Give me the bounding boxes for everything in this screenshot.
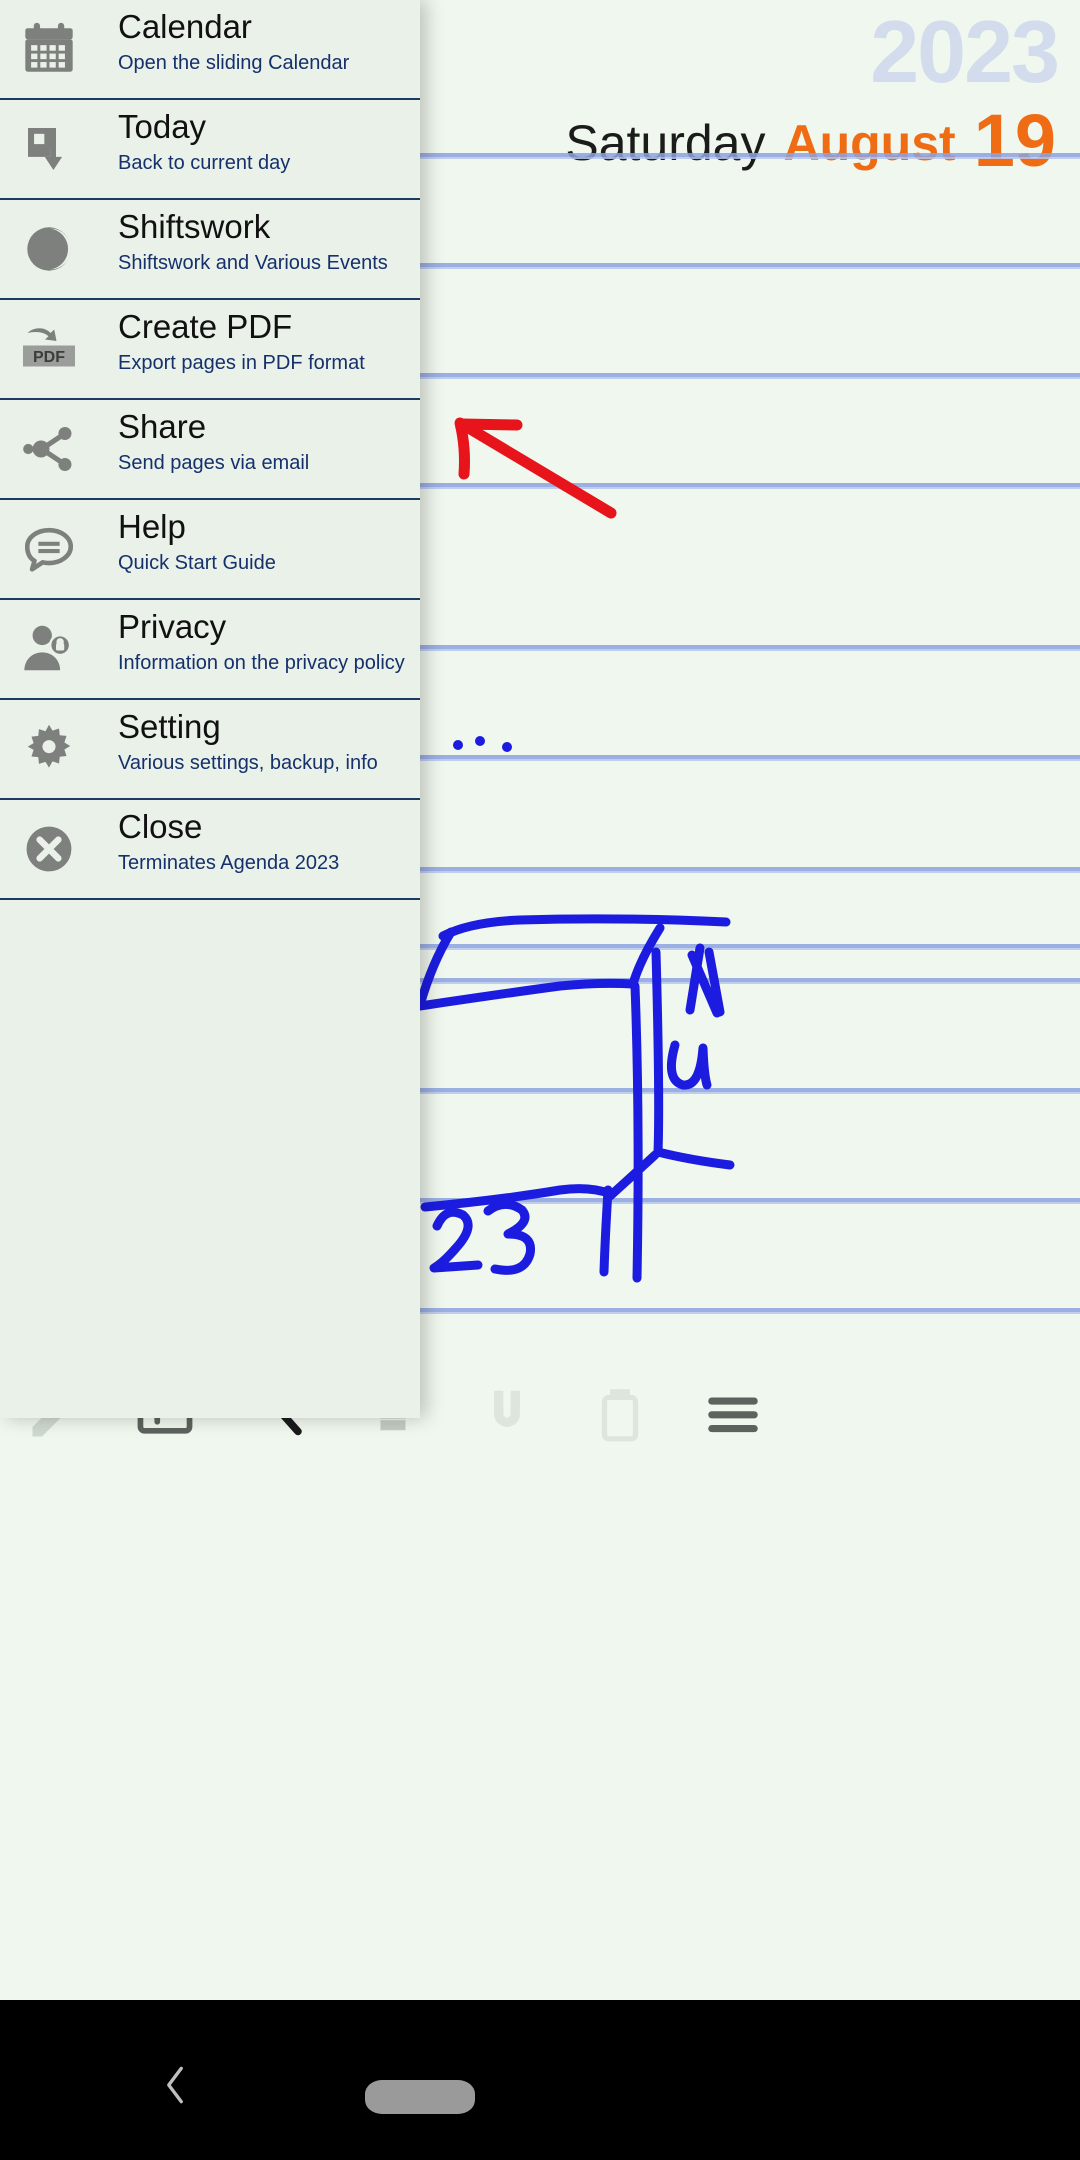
menu-item-title: Today (118, 108, 207, 145)
menu-item-text: Shiftswork Shiftswork and Various Events (118, 208, 414, 275)
hamburger-icon (700, 1381, 766, 1447)
menu-item-subtitle: Quick Start Guide (118, 551, 276, 574)
blue-letter-u (666, 1040, 712, 1090)
day-number: 19 (973, 99, 1056, 182)
toolbar-menu-button[interactable] (678, 1368, 788, 1460)
menu-item-text: Create PDF Export pages in PDF format (118, 308, 414, 375)
trash-icon (589, 1383, 651, 1445)
privacy-icon (16, 616, 82, 682)
close-icon (16, 816, 82, 882)
menu-item-subtitle: Various settings, backup, info (118, 751, 378, 774)
red-arrow-annotation (454, 417, 617, 519)
gear-icon (16, 716, 82, 782)
menu-item-today[interactable]: Today Back to current day (0, 100, 420, 200)
pdf-icon: PDF (16, 316, 82, 382)
menu-item-text: Help Quick Start Guide (118, 508, 414, 575)
menu-item-setting[interactable]: Setting Various settings, backup, info (0, 700, 420, 800)
menu-item-share[interactable]: Share Send pages via email (0, 400, 420, 500)
menu-item-title: Setting (118, 708, 221, 745)
menu-item-text: Today Back to current day (118, 108, 414, 175)
blue-dots (453, 736, 512, 752)
month-label: August (783, 115, 956, 171)
menu-item-text: Share Send pages via email (118, 408, 414, 475)
menu-item-text: Calendar Open the sliding Calendar (118, 8, 414, 75)
menu-item-text: Setting Various settings, backup, info (118, 708, 414, 775)
calendar-icon (16, 16, 82, 82)
menu-item-privacy[interactable]: Privacy Information on the privacy polic… (0, 600, 420, 700)
toolbar-delete-button[interactable] (565, 1368, 675, 1460)
menu-item-title: Help (118, 508, 186, 545)
drawer-empty-space (0, 900, 420, 1400)
menu-item-close[interactable]: Close Terminates Agenda 2023 (0, 800, 420, 900)
menu-item-title: Privacy (118, 608, 227, 645)
toolbar-magnet-button[interactable] (452, 1368, 562, 1460)
menu-item-text: Close Terminates Agenda 2023 (118, 808, 414, 875)
blue-digits-23 (429, 1199, 536, 1275)
menu-item-subtitle: Terminates Agenda 2023 (118, 851, 340, 874)
date-header: Saturday August 19 (565, 98, 1056, 178)
home-pill-icon[interactable] (365, 2080, 475, 2114)
menu-item-calendar[interactable]: Calendar Open the sliding Calendar (0, 0, 420, 100)
menu-item-title: Close (118, 808, 203, 845)
menu-item-text: Privacy Information on the privacy polic… (118, 608, 414, 675)
share-icon (16, 416, 82, 482)
menu-item-subtitle: Back to current day (118, 151, 291, 174)
menu-item-subtitle: Shiftswork and Various Events (118, 251, 388, 274)
menu-item-create-pdf[interactable]: PDF Create PDF Export pages in PDF forma… (0, 300, 420, 400)
app-screen: 2023 Saturday August 19 Calendar Open th… (0, 0, 1080, 2160)
menu-item-help[interactable]: Help Quick Start Guide (0, 500, 420, 600)
menu-item-title: Share (118, 408, 207, 445)
navigation-drawer[interactable]: Calendar Open the sliding Calendar Today… (0, 0, 420, 1418)
menu-item-shiftswork[interactable]: Shiftswork Shiftswork and Various Events (0, 200, 420, 300)
android-navigation-bar (0, 2000, 1080, 2160)
menu-item-subtitle: Send pages via email (118, 451, 310, 474)
blue-sketch (415, 914, 735, 1283)
menu-item-title: Calendar (118, 8, 252, 45)
menu-item-subtitle: Export pages in PDF format (118, 351, 365, 374)
menu-item-subtitle: Open the sliding Calendar (118, 51, 350, 74)
svg-text:PDF: PDF (33, 349, 65, 366)
help-icon (16, 516, 82, 582)
weekday-label: Saturday (565, 115, 766, 171)
magnet-icon (476, 1383, 538, 1445)
today-icon (16, 116, 82, 182)
menu-item-subtitle: Information on the privacy policy (118, 651, 405, 674)
back-chevron-icon[interactable] (150, 2060, 200, 2110)
menu-item-title: Shiftswork (118, 208, 271, 245)
year-label: 2023 (870, 2, 1060, 101)
menu-item-title: Create PDF (118, 308, 293, 345)
shiftswork-icon (16, 216, 82, 282)
